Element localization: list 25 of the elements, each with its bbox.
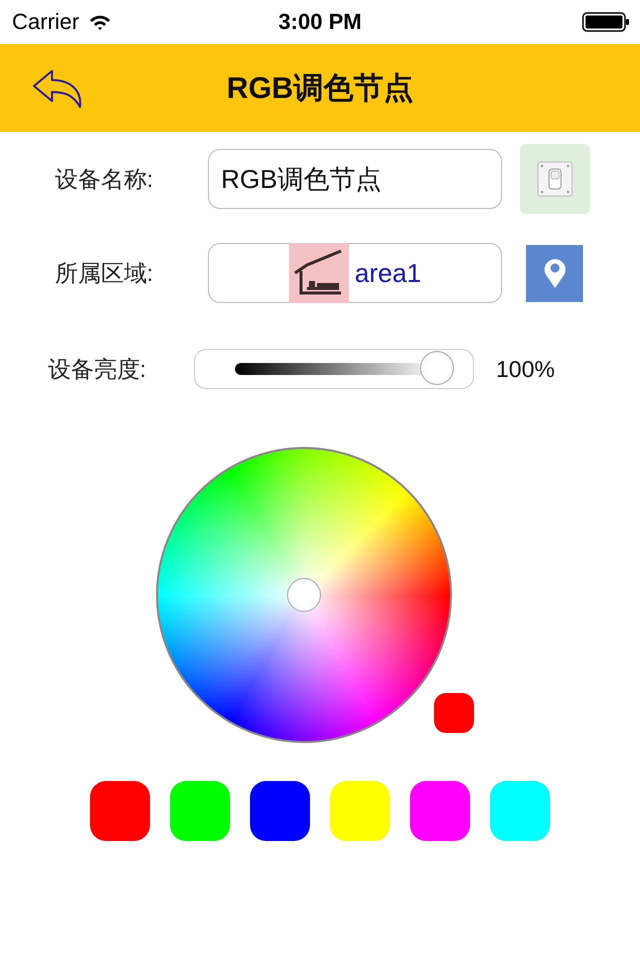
wifi-icon <box>89 14 112 30</box>
color-swatch[interactable] <box>490 781 550 841</box>
carrier-name: Carrier <box>12 9 80 35</box>
switch-button[interactable] <box>520 144 590 214</box>
color-swatch[interactable] <box>330 781 390 841</box>
color-swatch[interactable] <box>90 781 150 841</box>
color-swatch[interactable] <box>410 781 470 841</box>
brightness-reading: 100% <box>496 356 555 382</box>
area-label: 所属区域: <box>54 258 154 288</box>
status-time: 3:00 PM <box>278 9 362 35</box>
area-field[interactable]: area1 <box>208 243 502 303</box>
nav-title: RGB调色节点 <box>226 70 414 106</box>
battery-icon <box>582 12 630 32</box>
brightness-slider[interactable] <box>194 349 474 389</box>
color-swatch[interactable] <box>250 781 310 841</box>
location-button[interactable] <box>526 244 583 302</box>
wheel-handle[interactable] <box>287 578 321 612</box>
back-icon[interactable] <box>32 68 84 108</box>
house-bed-icon <box>288 243 349 303</box>
device-name-field[interactable]: RGB调色节点 <box>208 149 502 209</box>
location-pin-icon <box>542 257 566 289</box>
brightness-label: 设备亮度: <box>46 354 148 384</box>
color-swatch[interactable] <box>170 781 230 841</box>
device-name-label: 设备名称: <box>54 164 154 194</box>
light-switch-icon <box>535 159 575 199</box>
